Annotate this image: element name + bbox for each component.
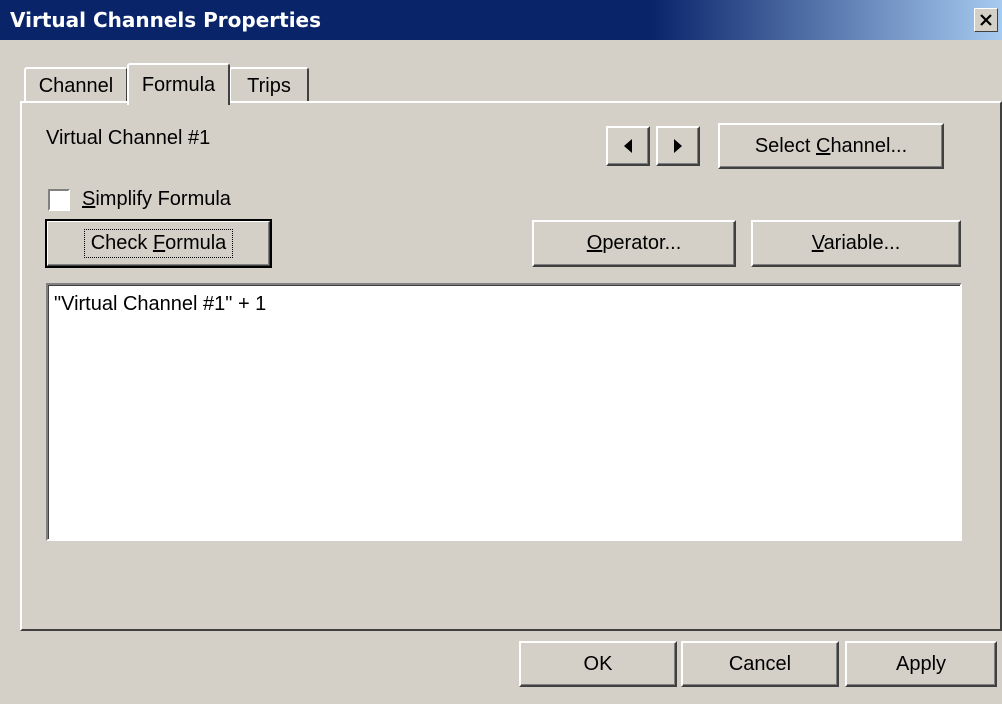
apply-button[interactable]: Apply xyxy=(845,641,997,687)
cancel-label: Cancel xyxy=(728,652,792,675)
window-title: Virtual Channels Properties xyxy=(10,8,322,32)
dialog-window: Virtual Channels Properties Channel Trip… xyxy=(0,0,1002,704)
ok-label: OK xyxy=(583,652,613,675)
operator-button[interactable]: Operator... xyxy=(532,220,736,267)
title-bar[interactable]: Virtual Channels Properties xyxy=(0,0,1002,40)
check-formula-label: Check Formula xyxy=(83,229,234,258)
tab-trips-label: Trips xyxy=(247,75,291,97)
simplify-formula-label[interactable]: Simplify Formula xyxy=(82,188,231,211)
close-button[interactable] xyxy=(974,8,998,32)
tab-formula[interactable]: Formula xyxy=(127,63,230,105)
tab-trips[interactable]: Trips xyxy=(229,67,309,101)
triangle-left-icon xyxy=(624,139,632,153)
channel-name-label: Virtual Channel #1 xyxy=(46,127,211,149)
tab-formula-label: Formula xyxy=(141,74,216,96)
variable-button[interactable]: Variable... xyxy=(751,220,961,267)
triangle-right-icon xyxy=(674,139,682,153)
operator-label: Operator... xyxy=(586,232,682,254)
close-icon xyxy=(980,14,992,26)
tab-channel[interactable]: Channel xyxy=(24,67,128,101)
select-channel-label: Select Channel... xyxy=(754,134,908,157)
previous-channel-button[interactable] xyxy=(606,126,650,166)
next-channel-button[interactable] xyxy=(656,126,700,166)
ok-button[interactable]: OK xyxy=(519,641,677,687)
simplify-formula-checkbox[interactable] xyxy=(48,189,70,211)
tab-channel-label: Channel xyxy=(38,75,114,97)
apply-label: Apply xyxy=(895,652,947,675)
select-channel-button[interactable]: Select Channel... xyxy=(718,123,944,169)
check-formula-button[interactable]: Check Formula xyxy=(45,219,272,268)
variable-label: Variable... xyxy=(811,232,901,254)
formula-text-area[interactable]: "Virtual Channel #1" + 1 xyxy=(46,283,962,541)
cancel-button[interactable]: Cancel xyxy=(681,641,839,687)
